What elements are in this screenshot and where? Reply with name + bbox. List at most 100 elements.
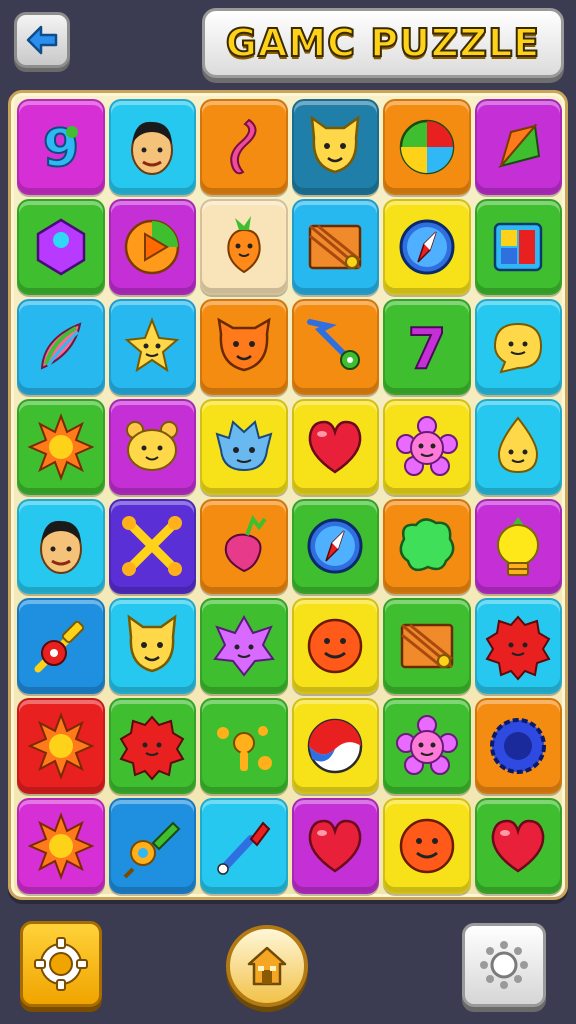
face-icon (131, 121, 174, 175)
gear-face-icon (119, 715, 185, 781)
ball-icon (308, 718, 363, 774)
arrow-left-icon (26, 25, 58, 55)
bear-icon (126, 420, 179, 471)
gear-face-icon (485, 615, 551, 681)
tile-r1-c2[interactable] (108, 99, 196, 195)
radish-icon (224, 515, 267, 573)
tile-r6-c3[interactable] (200, 598, 288, 695)
arrow-icon (307, 318, 361, 370)
lightbulb-icon (497, 517, 540, 577)
tile-r2-c3[interactable] (200, 198, 288, 295)
crate-icon (309, 224, 362, 270)
tile-r7-c4[interactable] (291, 698, 379, 795)
tile-r6-c1[interactable] (17, 598, 105, 695)
tile-r6-c5[interactable] (383, 598, 471, 695)
spiky-monster-icon (212, 615, 275, 677)
tile-r6-c2[interactable] (108, 598, 196, 695)
tile-r4-c3[interactable] (200, 398, 288, 495)
tile-r7-c5[interactable] (383, 698, 471, 795)
sun-icon (27, 712, 95, 781)
tile-r4-c5[interactable] (383, 398, 471, 495)
settings-sun-icon (480, 941, 528, 989)
home-button[interactable] (226, 925, 308, 1007)
tile-r8-c3[interactable] (200, 798, 288, 894)
tile-r3-c4[interactable] (291, 298, 379, 395)
tile-r8-c4[interactable] (291, 798, 379, 894)
tile-r5-c2[interactable] (108, 498, 196, 595)
tile-r3-c2[interactable] (108, 298, 196, 395)
home-icon (247, 946, 287, 986)
smiley-icon (308, 619, 363, 674)
tile-r5-c3[interactable] (200, 498, 288, 595)
compass-icon (399, 219, 455, 275)
tile-r2-c2[interactable] (108, 198, 196, 295)
bottom-bar (0, 905, 576, 1024)
blob-icon (216, 726, 272, 772)
tile-r1-c1[interactable]: 9 (17, 99, 105, 195)
flower-face-icon (395, 415, 458, 476)
gear-button[interactable] (20, 921, 102, 1007)
tile-r2-c4[interactable] (291, 198, 379, 295)
carrot-icon (227, 215, 261, 273)
compass-icon (307, 518, 363, 574)
flower-face-icon (395, 715, 458, 776)
pie-chart-icon (399, 119, 454, 175)
back-button[interactable] (14, 12, 70, 68)
tile-r7-c3[interactable] (200, 698, 288, 795)
shovel-icon (123, 821, 181, 879)
crate-icon (400, 624, 453, 669)
tile-r7-c2[interactable] (108, 698, 196, 795)
title-banner: GAMC PUZZLE (202, 8, 564, 78)
tile-r5-c1[interactable] (17, 498, 105, 595)
gear-icon (34, 937, 88, 991)
tile-r3-c3[interactable] (200, 298, 288, 395)
tile-r2-c1[interactable] (17, 198, 105, 295)
smiley-icon (399, 818, 454, 874)
tile-r5-c5[interactable] (383, 498, 471, 595)
game-title: GAMC PUZZLE (225, 20, 541, 66)
fox-icon (217, 317, 271, 371)
tile-r4-c6[interactable] (474, 398, 562, 495)
tile-r1-c6[interactable] (474, 99, 562, 195)
cat-icon (127, 614, 177, 673)
tile-r5-c4[interactable] (291, 498, 379, 595)
tile-r2-c6[interactable] (474, 198, 562, 295)
tile-r5-c6[interactable] (474, 498, 562, 595)
sun-icon (27, 412, 95, 481)
tile-r3-c1[interactable] (17, 298, 105, 395)
tile-r4-c1[interactable] (17, 398, 105, 495)
drop-face-icon (498, 415, 539, 473)
tile-r8-c6[interactable] (474, 798, 562, 894)
tile-grid: 97 (17, 99, 562, 894)
tile-r1-c3[interactable] (200, 99, 288, 195)
play-circle-icon (125, 219, 180, 275)
brush-icon (217, 821, 271, 875)
tile-r6-c6[interactable] (474, 598, 562, 695)
tile-r1-c5[interactable] (383, 99, 471, 195)
monster-icon (215, 419, 273, 471)
heart-icon (491, 819, 545, 873)
settings-button[interactable] (462, 923, 546, 1007)
kite-icon (498, 123, 541, 168)
window-icon (494, 222, 543, 272)
number-seven-icon: 7 (406, 316, 447, 383)
tile-r3-c5[interactable]: 7 (383, 298, 471, 395)
puzzle-board: 97 (8, 90, 568, 900)
tile-r8-c2[interactable] (108, 798, 196, 894)
tile-r8-c1[interactable] (17, 798, 105, 894)
tile-r7-c1[interactable] (17, 698, 105, 795)
star-face-icon (124, 316, 180, 372)
tile-r3-c6[interactable] (474, 298, 562, 395)
tile-r6-c4[interactable] (291, 598, 379, 695)
tile-r4-c4[interactable] (291, 398, 379, 495)
swirl-icon (230, 118, 257, 175)
cat-icon (310, 115, 360, 174)
tile-r7-c6[interactable] (474, 698, 562, 795)
gem-icon (36, 218, 85, 276)
tile-r2-c5[interactable] (383, 198, 471, 295)
tile-r4-c2[interactable] (108, 398, 196, 495)
tile-r1-c4[interactable] (291, 99, 379, 195)
tile-r8-c5[interactable] (383, 798, 471, 894)
top-bar: GAMC PUZZLE (0, 0, 576, 92)
heart-icon (308, 420, 362, 474)
